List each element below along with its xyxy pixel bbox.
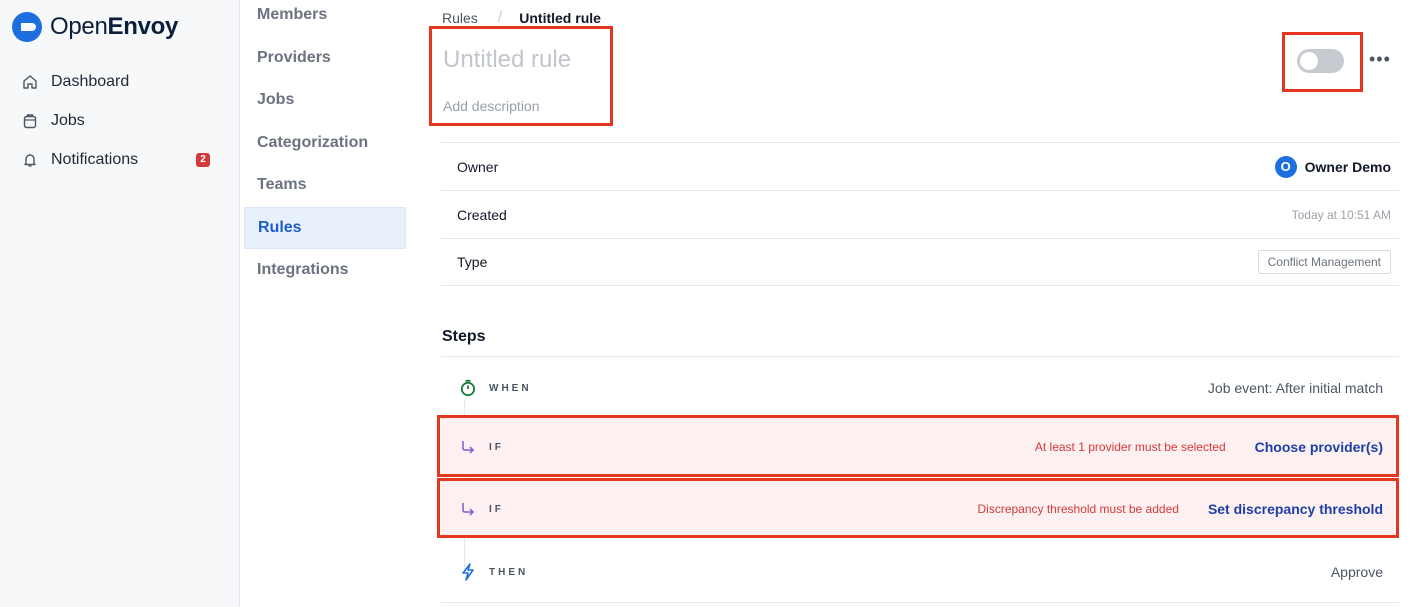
- nav-item-jobs[interactable]: Jobs: [0, 101, 240, 140]
- bell-icon: [22, 152, 38, 168]
- nav-label: Notifications: [51, 150, 139, 168]
- avatar: O: [1274, 155, 1297, 178]
- breadcrumb-current: Untitled rule: [519, 10, 601, 26]
- steps-list: [441, 356, 1399, 357]
- nav-item-dashboard[interactable]: Dashboard: [0, 62, 240, 101]
- settings-item-jobs[interactable]: Jobs: [244, 79, 406, 122]
- rule-properties: Owner O Owner Demo Created Today at 10:5…: [441, 142, 1399, 286]
- nav-item-notifications[interactable]: Notifications 2: [0, 140, 240, 179]
- divider: [441, 602, 1399, 603]
- breadcrumb: Rules / Untitled rule: [442, 9, 601, 27]
- settings-item-integrations[interactable]: Integrations: [244, 249, 406, 292]
- owner-label: Owner: [457, 158, 499, 175]
- step-value: Job event: After initial match: [1207, 380, 1383, 396]
- clipboard-icon: [22, 113, 38, 129]
- settings-item-providers[interactable]: Providers: [244, 37, 406, 80]
- step-when[interactable]: WHEN Job event: After initial match: [441, 368, 1399, 408]
- owner-row: Owner O Owner Demo: [441, 142, 1399, 190]
- logo[interactable]: OpenEnvoy: [12, 12, 178, 42]
- breadcrumb-rules-link[interactable]: Rules: [442, 10, 478, 26]
- created-row: Created Today at 10:51 AM: [441, 190, 1399, 238]
- created-value: Today at 10:51 AM: [1291, 207, 1391, 222]
- rule-description-input[interactable]: Add description: [443, 98, 540, 114]
- breadcrumb-separator: /: [497, 9, 503, 26]
- steps-heading: Steps: [442, 328, 486, 345]
- settings-item-categorization[interactable]: Categorization: [244, 122, 406, 165]
- nav-label: Dashboard: [51, 72, 130, 90]
- rule-enabled-toggle[interactable]: [1297, 49, 1344, 73]
- step-kind-label: WHEN: [489, 382, 532, 394]
- created-label: Created: [457, 206, 507, 223]
- provider-error-highlight-box: [437, 415, 1399, 477]
- rule-title-input[interactable]: Untitled rule: [443, 46, 571, 74]
- logo-mark-icon: [12, 12, 42, 42]
- home-icon: [22, 74, 38, 90]
- step-then[interactable]: THEN Approve: [441, 552, 1399, 592]
- more-options-button[interactable]: •••: [1369, 48, 1391, 70]
- logo-text: OpenEnvoy: [50, 13, 179, 40]
- app-sidebar: OpenEnvoy Dashboard Jobs Notifications 2: [0, 0, 240, 607]
- step-value: Approve: [1330, 564, 1383, 580]
- settings-item-members[interactable]: Members: [244, 0, 406, 37]
- nav-label: Jobs: [51, 111, 85, 129]
- owner-name: Owner Demo: [1304, 158, 1391, 175]
- notification-count-badge: 2: [196, 152, 210, 167]
- main-nav: Dashboard Jobs Notifications 2: [0, 62, 240, 179]
- lightning-icon: [457, 561, 479, 583]
- settings-menu: Members Providers Jobs Categorization Te…: [244, 0, 406, 292]
- discrepancy-error-highlight-box: [437, 478, 1399, 538]
- type-label: Type: [457, 254, 488, 270]
- settings-item-teams[interactable]: Teams: [244, 164, 406, 207]
- type-row: Type Conflict Management: [441, 238, 1399, 286]
- step-kind-label: THEN: [489, 566, 529, 578]
- type-tag: Conflict Management: [1257, 250, 1391, 274]
- settings-item-rules[interactable]: Rules: [244, 206, 406, 249]
- timer-icon: [457, 377, 479, 399]
- owner-selector[interactable]: O Owner Demo: [1274, 155, 1391, 178]
